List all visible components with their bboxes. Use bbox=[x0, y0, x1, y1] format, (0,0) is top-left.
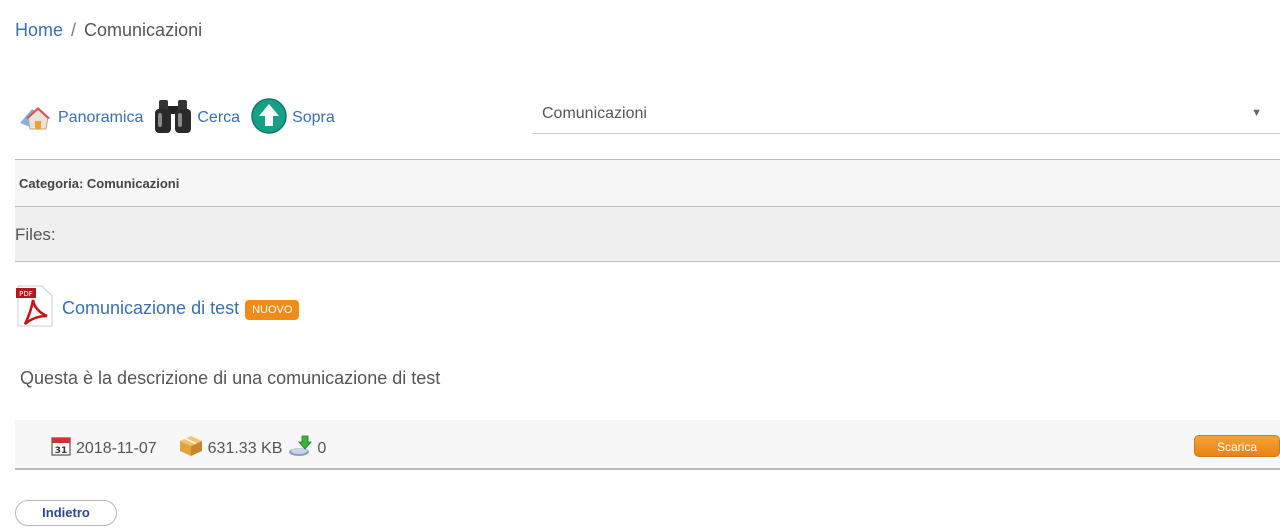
package-size-icon bbox=[179, 435, 203, 462]
download-count-icon bbox=[288, 435, 313, 462]
download-button[interactable]: Scarica bbox=[1194, 435, 1280, 457]
file-title-link[interactable]: Comunicazione di test bbox=[62, 298, 239, 319]
breadcrumb-home-link[interactable]: Home bbox=[15, 20, 63, 40]
file-description: Questa è la descrizione di una comunicaz… bbox=[20, 368, 441, 388]
file-meta-bar: 31 2018-11-07 631.33 KB 0 Scarica bbox=[15, 420, 1280, 470]
back-button[interactable]: Indietro bbox=[15, 500, 117, 526]
calendar-icon: 31 bbox=[51, 436, 71, 461]
pdf-file-icon: PDF bbox=[16, 284, 54, 333]
file-title-row: PDF Comunicazione di test NUOVO bbox=[16, 284, 300, 333]
divider bbox=[15, 261, 1280, 262]
dropdown-arrow-icon: ▼ bbox=[1251, 107, 1262, 119]
binoculars-icon bbox=[153, 97, 193, 140]
new-badge: NUOVO bbox=[245, 299, 300, 320]
file-date: 2018-11-07 bbox=[76, 439, 157, 457]
category-select[interactable]: Comunicazioni ▼ bbox=[532, 98, 1280, 134]
breadcrumb-separator: / bbox=[71, 20, 77, 40]
category-select-value: Comunicazioni bbox=[542, 105, 647, 122]
overview-button[interactable]: Panoramica bbox=[18, 101, 143, 136]
overview-label: Panoramica bbox=[58, 109, 144, 126]
toolbar: Panoramica Cerca Sopra bbox=[18, 97, 345, 140]
pdf-icon-text: PDF bbox=[19, 290, 33, 298]
files-heading-row: Files: bbox=[15, 207, 1280, 261]
overview-house-icon bbox=[18, 101, 54, 136]
file-size: 631.33 KB bbox=[207, 439, 283, 457]
search-label: Cerca bbox=[197, 109, 241, 126]
category-heading: Categoria: Comunicazioni bbox=[19, 176, 180, 191]
category-heading-row: Categoria: Comunicazioni bbox=[15, 160, 1280, 206]
download-count: 0 bbox=[317, 439, 327, 457]
calendar-day: 31 bbox=[55, 446, 68, 456]
up-label: Sopra bbox=[292, 109, 335, 126]
arrow-up-icon bbox=[250, 97, 288, 140]
breadcrumb-current: Comunicazioni bbox=[84, 20, 203, 40]
search-button[interactable]: Cerca bbox=[153, 97, 240, 140]
up-button[interactable]: Sopra bbox=[250, 97, 335, 140]
files-heading: Files: bbox=[15, 225, 56, 244]
breadcrumb: Home / Comunicazioni bbox=[15, 20, 202, 41]
